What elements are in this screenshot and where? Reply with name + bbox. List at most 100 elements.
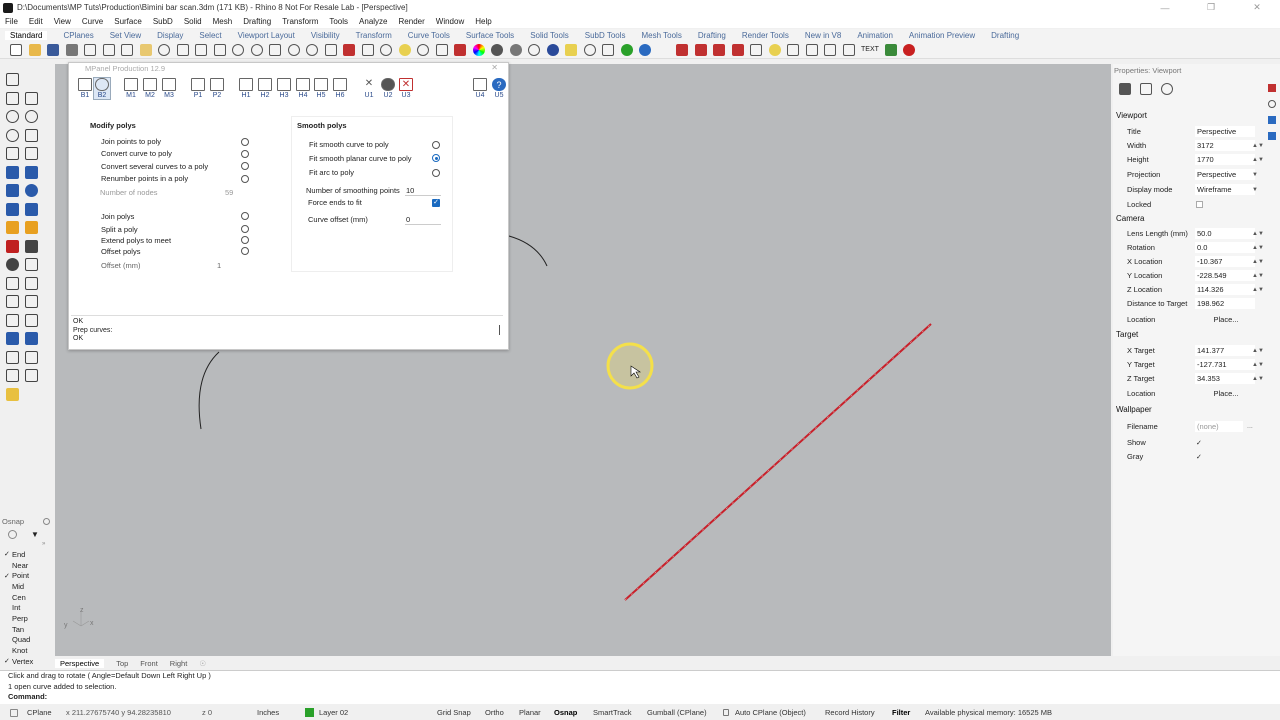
menu-file[interactable]: File — [5, 17, 18, 26]
status-record-history[interactable]: Record History — [825, 708, 875, 717]
show-checkbox[interactable]: ✓ — [1196, 439, 1202, 447]
status-auto-cplane[interactable]: Auto CPlane (Object) — [735, 708, 806, 717]
extend-polys-radio[interactable] — [241, 236, 249, 244]
cut-icon[interactable] — [102, 43, 115, 56]
osnap-perp[interactable]: Perp — [0, 613, 53, 624]
status-planar[interactable]: Planar — [519, 708, 541, 717]
y-location-input[interactable]: -228.549 — [1195, 270, 1255, 281]
export-icon[interactable] — [84, 43, 96, 56]
tab-set-view[interactable]: Set View — [110, 31, 141, 40]
menu-tools[interactable]: Tools — [329, 17, 348, 26]
color-wheel-icon[interactable] — [472, 43, 485, 56]
tab-solid-tools[interactable]: Solid Tools — [530, 31, 569, 40]
camera-icon[interactable] — [1119, 83, 1131, 95]
mpanel-button-u5[interactable]: ? U5 — [490, 78, 508, 99]
tab-select[interactable]: Select — [199, 31, 221, 40]
layer-icon[interactable] — [454, 43, 466, 56]
osnap-mid[interactable]: Mid — [0, 581, 53, 592]
text-tool-button[interactable]: TEXT — [861, 46, 879, 53]
analyze-tool-icon[interactable] — [25, 369, 38, 382]
tab-standard[interactable]: Standard — [5, 30, 48, 40]
rotate-view-icon[interactable] — [287, 43, 300, 56]
fit-smooth-planar-radio[interactable] — [432, 154, 440, 162]
yloc-spinner-icon[interactable]: ▲▼ — [1252, 273, 1264, 279]
layers-panel-icon[interactable] — [1268, 84, 1276, 92]
freeform-icon[interactable] — [25, 147, 38, 160]
car2-icon[interactable] — [713, 43, 725, 56]
osnap-knot[interactable]: Knot — [0, 645, 53, 656]
status-grid-snap[interactable]: Grid Snap — [437, 708, 471, 717]
mpanel-button-b1[interactable]: B1 — [76, 78, 94, 99]
status-ortho[interactable]: Ortho — [485, 708, 504, 717]
move-icon[interactable] — [343, 43, 355, 56]
join-icon[interactable] — [25, 258, 38, 271]
output-scrollbar[interactable] — [499, 325, 500, 335]
point-tool-icon[interactable] — [25, 73, 38, 86]
mpanel-button-b2[interactable]: B2 — [93, 77, 111, 100]
menu-curve[interactable]: Curve — [82, 17, 103, 26]
prop-height-input[interactable]: 1770 — [1195, 154, 1255, 165]
circle-icon[interactable] — [380, 43, 392, 56]
osnap-tan[interactable]: Tan — [0, 624, 53, 635]
tab-cplanes[interactable]: CPlanes — [63, 31, 93, 40]
osnap-cen[interactable]: Cen — [0, 592, 53, 603]
mpanel-button-u2[interactable]: U2 — [379, 78, 397, 99]
pan-hand-icon[interactable] — [213, 43, 226, 56]
xt-spinner-icon[interactable]: ▲▼ — [1252, 348, 1264, 354]
render-icon[interactable] — [509, 43, 522, 56]
zloc-spinner-icon[interactable]: ▲▼ — [1252, 287, 1264, 293]
zoom-selected-icon[interactable] — [306, 43, 318, 56]
lens-length-input[interactable]: 50.0 — [1195, 228, 1255, 239]
osnap-point[interactable]: ✓ Point — [0, 570, 53, 581]
tab-viewport-layout[interactable]: Viewport Layout — [238, 31, 295, 40]
status-filter[interactable]: Filter — [892, 708, 910, 717]
tab-surface-tools[interactable]: Surface Tools — [466, 31, 514, 40]
display-icon[interactable] — [528, 43, 540, 56]
x-target-input[interactable]: 141.377 — [1195, 345, 1255, 356]
offset-mm-value[interactable]: 1 — [217, 260, 221, 271]
osnap-near[interactable]: Near — [0, 560, 53, 571]
options-icon[interactable] — [602, 43, 614, 56]
angle-icon[interactable] — [824, 43, 836, 56]
record-icon[interactable] — [903, 43, 916, 56]
help-icon[interactable] — [639, 43, 651, 56]
boolean-icon[interactable] — [6, 258, 19, 271]
array-tool-icon[interactable] — [6, 332, 19, 345]
bulb-off-icon[interactable] — [417, 43, 429, 56]
status-units[interactable]: Inches — [257, 708, 279, 717]
check-tool-icon[interactable] — [6, 369, 19, 382]
mesh-icon[interactable] — [6, 221, 19, 234]
gear-icon[interactable] — [583, 43, 596, 56]
tab-mesh-tools[interactable]: Mesh Tools — [642, 31, 682, 40]
menu-transform[interactable]: Transform — [282, 17, 318, 26]
minimize-icon[interactable]: — — [1142, 0, 1188, 15]
red-tool-icon[interactable] — [676, 43, 688, 56]
menu-drafting[interactable]: Drafting — [243, 17, 271, 26]
split-icon[interactable] — [25, 239, 38, 253]
mpanel-button-u4[interactable]: U4 — [471, 78, 489, 99]
sphere-icon[interactable] — [491, 43, 503, 56]
renumber-points-radio[interactable] — [241, 175, 249, 183]
paste-icon[interactable] — [139, 43, 152, 56]
z-target-input[interactable]: 34.353 — [1195, 373, 1255, 384]
mpanel-button-u3[interactable]: ✕ U3 — [397, 78, 415, 99]
mpanel-button-h6[interactable]: H6 — [331, 78, 349, 99]
car-icon[interactable] — [694, 43, 707, 56]
menu-mesh[interactable]: Mesh — [213, 17, 233, 26]
blank-icon[interactable] — [658, 44, 670, 56]
projection-select[interactable]: Perspective — [1195, 169, 1255, 180]
move-tool-icon[interactable] — [6, 295, 19, 308]
dimension-icon[interactable] — [805, 43, 818, 56]
convert-several-radio[interactable] — [241, 162, 249, 170]
pin-icon[interactable] — [750, 43, 762, 56]
tab-render-tools[interactable]: Render Tools — [742, 31, 789, 40]
grid-icon[interactable] — [324, 43, 337, 56]
lightbulb-icon[interactable] — [768, 43, 781, 56]
y-target-input[interactable]: -127.731 — [1195, 359, 1255, 370]
mpanel-button-h4[interactable]: H4 — [294, 78, 312, 99]
mpanel-button-h3[interactable]: H3 — [275, 78, 293, 99]
convert-curve-radio[interactable] — [241, 150, 249, 158]
mpanel-button-p2[interactable]: P2 — [208, 78, 226, 99]
menu-window[interactable]: Window — [436, 17, 464, 26]
tab-visibility[interactable]: Visibility — [311, 31, 340, 40]
